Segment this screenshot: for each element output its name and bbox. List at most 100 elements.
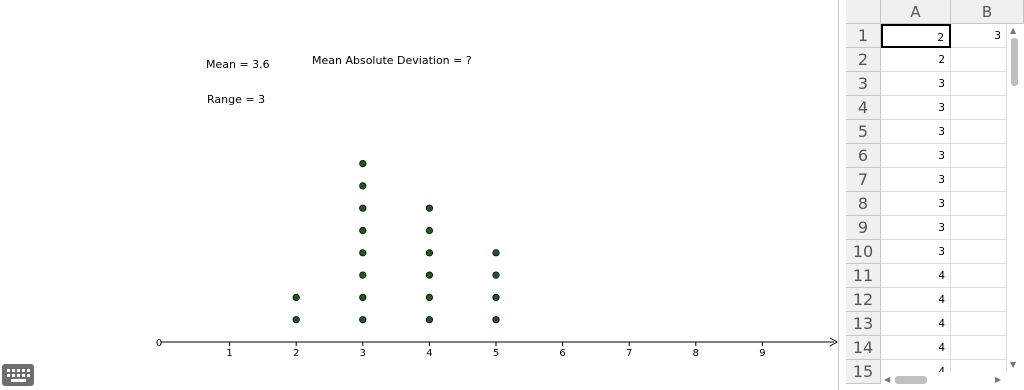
data-point[interactable] bbox=[425, 226, 433, 235]
x-tick-label: 5 bbox=[493, 348, 499, 359]
data-point[interactable] bbox=[492, 316, 500, 324]
cell-b[interactable] bbox=[951, 336, 1007, 360]
cell-a[interactable]: 3 bbox=[881, 120, 951, 144]
vertical-scrollbar[interactable]: ▲ ▼ bbox=[1007, 24, 1022, 372]
cell-b[interactable] bbox=[951, 48, 1007, 72]
column-header-b[interactable]: B bbox=[951, 0, 1024, 24]
cell-a[interactable]: 4 bbox=[881, 288, 951, 312]
table-row: 22 bbox=[846, 48, 1024, 72]
data-point[interactable] bbox=[492, 271, 500, 279]
data-point[interactable] bbox=[292, 316, 300, 324]
cell-b[interactable] bbox=[951, 120, 1007, 144]
cell-a[interactable]: 4 bbox=[881, 312, 951, 336]
row-header[interactable]: 15 bbox=[846, 360, 881, 384]
horizontal-scroll-thumb[interactable] bbox=[895, 376, 927, 384]
cell-a[interactable]: 4 bbox=[881, 336, 951, 360]
data-point[interactable] bbox=[359, 160, 367, 168]
row-header[interactable]: 1 bbox=[846, 24, 881, 48]
keyboard-icon[interactable] bbox=[2, 364, 34, 386]
range-label: Range = 3 bbox=[207, 93, 266, 106]
data-point[interactable] bbox=[425, 204, 433, 212]
row-header[interactable]: 12 bbox=[846, 288, 881, 312]
cell-a[interactable]: 3 bbox=[881, 168, 951, 192]
table-row: 12 4 bbox=[846, 288, 1024, 312]
mean-label: Mean = 3.6 bbox=[206, 58, 270, 71]
cell-a[interactable]: 3 bbox=[881, 144, 951, 168]
row-header[interactable]: 3 bbox=[846, 72, 881, 96]
scroll-up-icon[interactable]: ▲ bbox=[1010, 26, 1016, 36]
row-header[interactable]: 9 bbox=[846, 216, 881, 240]
cell-b[interactable] bbox=[951, 264, 1007, 288]
data-point[interactable] bbox=[359, 204, 367, 212]
cell-a[interactable]: 3 bbox=[881, 240, 951, 264]
cell-b[interactable] bbox=[951, 192, 1007, 216]
row-header[interactable]: 7 bbox=[846, 168, 881, 192]
cell-a[interactable]: 2 bbox=[881, 48, 951, 72]
table-row: 11 4 bbox=[846, 264, 1024, 288]
cell-a[interactable]: 4 bbox=[881, 264, 951, 288]
table-row: 83 bbox=[846, 192, 1024, 216]
x-tick-label: 1 bbox=[226, 348, 232, 359]
data-point[interactable] bbox=[359, 226, 367, 235]
table-row: 63 bbox=[846, 144, 1024, 168]
cell-b[interactable]: 3 bbox=[951, 24, 1007, 48]
cell-b[interactable] bbox=[951, 240, 1007, 264]
data-point[interactable] bbox=[359, 249, 367, 257]
x-tick-label: 6 bbox=[559, 348, 565, 359]
panel-divider[interactable] bbox=[838, 0, 846, 390]
mad-label: Mean Absolute Deviation = ? bbox=[312, 54, 472, 67]
row-header[interactable]: 4 bbox=[846, 96, 881, 120]
data-point[interactable] bbox=[492, 293, 500, 301]
scroll-down-icon[interactable]: ▼ bbox=[1010, 360, 1016, 370]
cell-a[interactable]: 3 bbox=[881, 192, 951, 216]
cell-b[interactable] bbox=[951, 216, 1007, 240]
data-point[interactable] bbox=[425, 249, 433, 257]
table-row: 93 bbox=[846, 216, 1024, 240]
cell-b[interactable] bbox=[951, 144, 1007, 168]
x-tick-label: 4 bbox=[426, 348, 432, 359]
x-tick-label: 7 bbox=[626, 348, 632, 359]
data-point[interactable] bbox=[359, 293, 367, 301]
data-point[interactable] bbox=[359, 316, 367, 324]
table-row: 123 bbox=[846, 24, 1024, 48]
cell-a[interactable]: 3 bbox=[881, 72, 951, 96]
data-point[interactable] bbox=[425, 271, 433, 279]
cell-a[interactable]: 2 bbox=[881, 24, 951, 48]
row-header[interactable]: 6 bbox=[846, 144, 881, 168]
data-point[interactable] bbox=[292, 293, 300, 301]
graphics-view[interactable]: 0 1 2 3 4 5 6 7 8 9 Mean = 3.6 Mean Absolute Devi… bbox=[0, 0, 838, 390]
table-row: 43 bbox=[846, 96, 1024, 120]
table-row: 53 bbox=[846, 120, 1024, 144]
data-point[interactable] bbox=[359, 271, 367, 279]
x-tick-label: 3 bbox=[360, 348, 366, 359]
cell-b[interactable] bbox=[951, 168, 1007, 192]
cell-b[interactable] bbox=[951, 96, 1007, 120]
row-header[interactable]: 2 bbox=[846, 48, 881, 72]
row-header[interactable]: 10 bbox=[846, 240, 881, 264]
horizontal-scrollbar[interactable]: ◀ ▶ bbox=[881, 372, 1007, 388]
scroll-right-icon[interactable]: ▶ bbox=[995, 375, 1001, 385]
row-header[interactable]: 14 bbox=[846, 336, 881, 360]
row-header[interactable]: 13 bbox=[846, 312, 881, 336]
table-row: 73 bbox=[846, 168, 1024, 192]
data-point[interactable] bbox=[492, 249, 500, 257]
cell-a[interactable]: 3 bbox=[881, 96, 951, 120]
scroll-left-icon[interactable]: ◀ bbox=[884, 375, 890, 385]
row-header[interactable]: 5 bbox=[846, 120, 881, 144]
data-point[interactable] bbox=[425, 316, 433, 324]
vertical-scroll-thumb[interactable] bbox=[1011, 38, 1018, 86]
spreadsheet-view[interactable]: A B 1 2 3 2 2 3 3 4 3 5 3 6 3 7 3 8 3 9 3 10 3 11 4 12 4 13 4 14 4 15… bbox=[846, 0, 1024, 390]
x-tick-label: 9 bbox=[759, 348, 765, 359]
cell-b[interactable] bbox=[951, 312, 1007, 336]
table-row: 10 3 bbox=[846, 240, 1024, 264]
cell-b[interactable] bbox=[951, 288, 1007, 312]
x-tick-label: 2 bbox=[293, 348, 299, 359]
cell-b[interactable] bbox=[951, 72, 1007, 96]
row-header[interactable]: 11 bbox=[846, 264, 881, 288]
cell-a[interactable]: 3 bbox=[881, 216, 951, 240]
axis-origin-label: 0 bbox=[156, 338, 162, 349]
data-point[interactable] bbox=[425, 293, 433, 301]
data-point[interactable] bbox=[359, 182, 367, 190]
column-header-a[interactable]: A bbox=[881, 0, 951, 24]
row-header[interactable]: 8 bbox=[846, 192, 881, 216]
